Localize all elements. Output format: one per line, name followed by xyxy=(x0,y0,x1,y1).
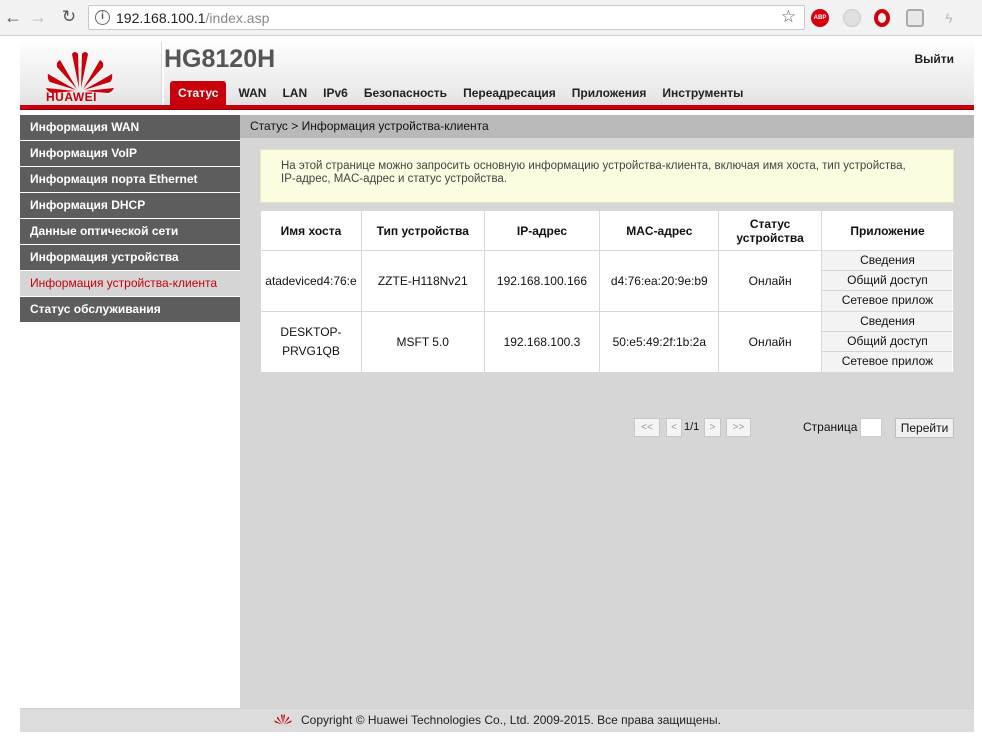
details-button[interactable]: Сведения xyxy=(822,312,953,332)
menu-security[interactable]: Безопасность xyxy=(356,81,455,105)
go-button[interactable]: Перейти xyxy=(895,418,954,438)
col-status: Статус устройства xyxy=(718,210,822,251)
col-application: Приложение xyxy=(820,210,955,251)
cell-mac: 50:e5:49:2f:1b:2a xyxy=(599,311,720,373)
network-app-button[interactable]: Сетевое прилож xyxy=(822,291,953,311)
col-mac: MAC-адрес xyxy=(599,210,720,251)
menu-forwarding[interactable]: Переадресация xyxy=(455,81,564,105)
last-page-button[interactable]: >> xyxy=(726,418,751,437)
browser-toolbar: ← → ↻ i 192.168.100.1/index.asp ☆ ABP ϟ xyxy=(0,0,982,36)
huawei-logo-small-icon xyxy=(274,714,292,725)
bookmark-star-icon[interactable]: ☆ xyxy=(781,7,796,27)
page-indicator: 1/1 xyxy=(684,421,700,433)
table-header-row: Имя хоста Тип устройства IP-адрес MAC-ад… xyxy=(260,210,955,251)
footer: Copyright © Huawei Technologies Co., Ltd… xyxy=(20,708,974,732)
cell-hostname: DESKTOP- PRVG1QB xyxy=(260,311,362,373)
menu-ipv6[interactable]: IPv6 xyxy=(315,81,356,105)
sharing-button[interactable]: Общий доступ xyxy=(822,271,953,291)
first-page-button[interactable]: << xyxy=(634,418,660,437)
reload-icon[interactable]: ↻ xyxy=(58,6,80,28)
sidebar: Информация WAN Информация VoIP Информаци… xyxy=(20,115,240,711)
notice-line-1: На этой странице можно запросить основну… xyxy=(281,160,906,172)
cell-ip: 192.168.100.3 xyxy=(483,311,601,373)
notice-line-2: IP-адрес, MAC-адрес и статус устройства. xyxy=(281,173,508,185)
sidebar-item-client-device-info[interactable]: Информация устройства-клиента xyxy=(20,271,240,296)
menu-wan[interactable]: WAN xyxy=(230,81,274,105)
menu-status[interactable]: Статус xyxy=(170,81,227,105)
sidebar-item-wan-info[interactable]: Информация WAN xyxy=(20,115,240,140)
sharing-button[interactable]: Общий доступ xyxy=(822,332,953,352)
cell-application: Сведения Общий доступ Сетевое прилож xyxy=(820,250,955,312)
bolt-icon[interactable]: ϟ xyxy=(940,9,958,27)
breadcrumb: Статус > Информация устройства-клиента xyxy=(240,115,974,138)
address-bar[interactable]: i 192.168.100.1/index.asp ☆ xyxy=(88,5,805,30)
table-row: DESKTOP- PRVG1QB MSFT 5.0 192.168.100.3 5… xyxy=(260,311,955,373)
cell-mac: d4:76:ea:20:9e:b9 xyxy=(599,250,720,312)
copyright-text: Copyright © Huawei Technologies Co., Ltd… xyxy=(301,713,721,727)
col-status-line-2: устройства xyxy=(736,230,804,245)
col-ip: IP-адрес xyxy=(483,210,601,251)
model-title: HG8120H xyxy=(164,45,276,73)
address-url[interactable]: 192.168.100.1/index.asp xyxy=(116,10,269,26)
network-app-button[interactable]: Сетевое прилож xyxy=(822,352,953,372)
col-status-line-1: Статус xyxy=(749,216,791,231)
menu-lan[interactable]: LAN xyxy=(274,81,315,105)
url-host: 192.168.100.1 xyxy=(116,10,206,26)
back-arrow-icon[interactable]: ← xyxy=(2,6,24,28)
sidebar-item-voip-info[interactable]: Информация VoIP xyxy=(20,141,240,166)
sidebar-item-dhcp-info[interactable]: Информация DHCP xyxy=(20,193,240,218)
header: HUAWEI HG8120H Выйти Статус WAN LAN IPv6… xyxy=(20,38,974,110)
main-menu: Статус WAN LAN IPv6 Безопасность Переадр… xyxy=(170,81,751,105)
table-row: atadeviced4:76:e ZZTE-H118Nv21 192.168.1… xyxy=(260,250,955,312)
sidebar-item-device-info[interactable]: Информация устройства xyxy=(20,245,240,270)
prev-page-button[interactable]: < xyxy=(666,418,682,437)
header-red-bar xyxy=(20,105,974,110)
cell-device-type: MSFT 5.0 xyxy=(360,311,485,373)
details-button[interactable]: Сведения xyxy=(822,251,953,271)
adblock-icon[interactable]: ABP xyxy=(811,9,829,27)
cell-hostname: atadeviced4:76:e xyxy=(260,250,362,312)
cell-application: Сведения Общий доступ Сетевое прилож xyxy=(820,311,955,373)
cell-device-type: ZZTE-H118Nv21 xyxy=(360,250,485,312)
cell-status: Онлайн xyxy=(718,250,822,312)
menu-tools[interactable]: Инструменты xyxy=(654,81,751,105)
logout-link[interactable]: Выйти xyxy=(914,52,954,66)
main-content: Статус > Информация устройства-клиента Н… xyxy=(240,115,974,711)
col-device-type: Тип устройства xyxy=(360,210,485,251)
router-page: HUAWEI HG8120H Выйти Статус WAN LAN IPv6… xyxy=(20,38,974,732)
sidebar-item-ethernet-port[interactable]: Информация порта Ethernet xyxy=(20,167,240,192)
sidebar-item-optical[interactable]: Данные оптической сети xyxy=(20,219,240,244)
sidebar-item-service-status[interactable]: Статус обслуживания xyxy=(20,297,240,322)
next-page-button[interactable]: > xyxy=(704,418,721,437)
hostname-line-2: PRVG1QB xyxy=(282,344,340,358)
page-label: Страница xyxy=(803,420,858,434)
extension-icon[interactable] xyxy=(843,9,861,27)
brand-name: HUAWEI xyxy=(46,90,97,104)
extension-box-icon[interactable] xyxy=(906,9,924,27)
page-number-input[interactable] xyxy=(860,418,882,437)
opera-icon[interactable] xyxy=(874,9,890,27)
client-devices-table: Имя хоста Тип устройства IP-адрес MAC-ад… xyxy=(260,210,955,373)
info-notice: На этой странице можно запросить основну… xyxy=(260,149,954,203)
forward-arrow-icon[interactable]: → xyxy=(27,6,49,28)
url-path: /index.asp xyxy=(205,10,270,26)
hostname-line-1: DESKTOP- xyxy=(280,325,342,339)
menu-applications[interactable]: Приложения xyxy=(564,81,655,105)
cell-status: Онлайн xyxy=(718,311,822,373)
cell-ip: 192.168.100.166 xyxy=(483,250,601,312)
info-icon[interactable]: i xyxy=(95,10,110,25)
col-hostname: Имя хоста xyxy=(260,210,362,251)
